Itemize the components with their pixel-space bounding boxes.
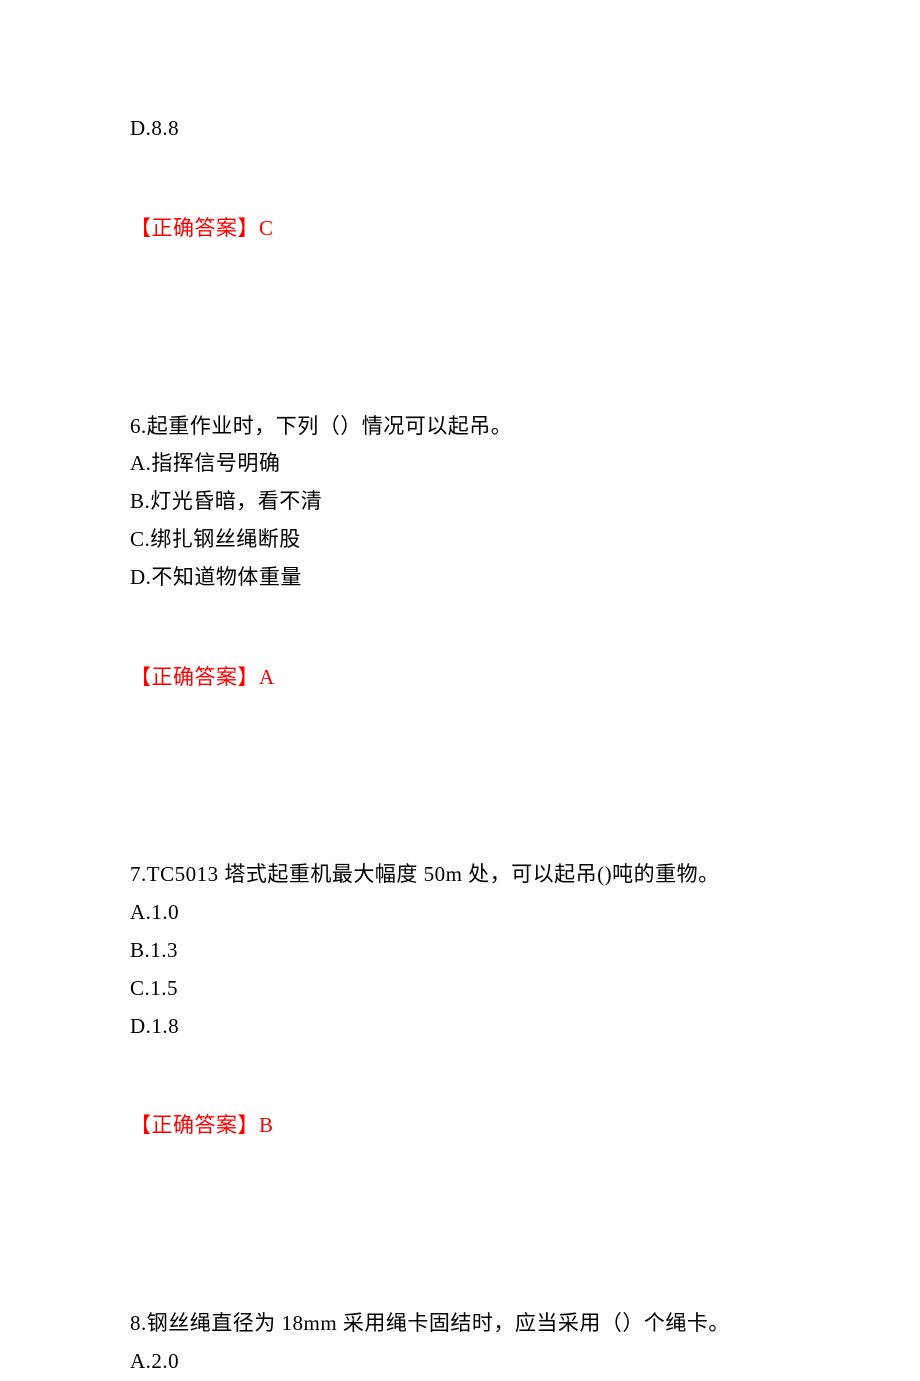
- q6-stem: 6.起重作业时，下列（）情况可以起吊。: [130, 408, 790, 446]
- q7-option-a: A.1.0: [130, 894, 790, 932]
- q7-answer: 【正确答案】B: [130, 1107, 790, 1145]
- spacer: [130, 696, 790, 856]
- q7-option-d: D.1.8: [130, 1008, 790, 1046]
- q8-option-a: A.2.0: [130, 1343, 790, 1381]
- leading-option-d: D.8.8: [130, 110, 790, 148]
- q6-option-b: B.灯光昏暗，看不清: [130, 483, 790, 521]
- q6-option-a: A.指挥信号明确: [130, 445, 790, 483]
- spacer: [130, 597, 790, 659]
- spacer: [130, 248, 790, 408]
- document-page: D.8.8 【正确答案】C 6.起重作业时，下列（）情况可以起吊。 A.指挥信号…: [0, 0, 920, 1381]
- spacer: [130, 1145, 790, 1305]
- q7-option-b: B.1.3: [130, 932, 790, 970]
- q7-option-c: C.1.5: [130, 970, 790, 1008]
- q6-answer: 【正确答案】A: [130, 659, 790, 697]
- q8-stem: 8.钢丝绳直径为 18mm 采用绳卡固结时，应当采用（）个绳卡。: [130, 1305, 790, 1343]
- q7-stem: 7.TC5013 塔式起重机最大幅度 50m 处，可以起吊()吨的重物。: [130, 856, 790, 894]
- leading-answer: 【正确答案】C: [130, 210, 790, 248]
- q6-option-d: D.不知道物体重量: [130, 559, 790, 597]
- q6-option-c: C.绑扎钢丝绳断股: [130, 521, 790, 559]
- spacer: [130, 148, 790, 210]
- spacer: [130, 1045, 790, 1107]
